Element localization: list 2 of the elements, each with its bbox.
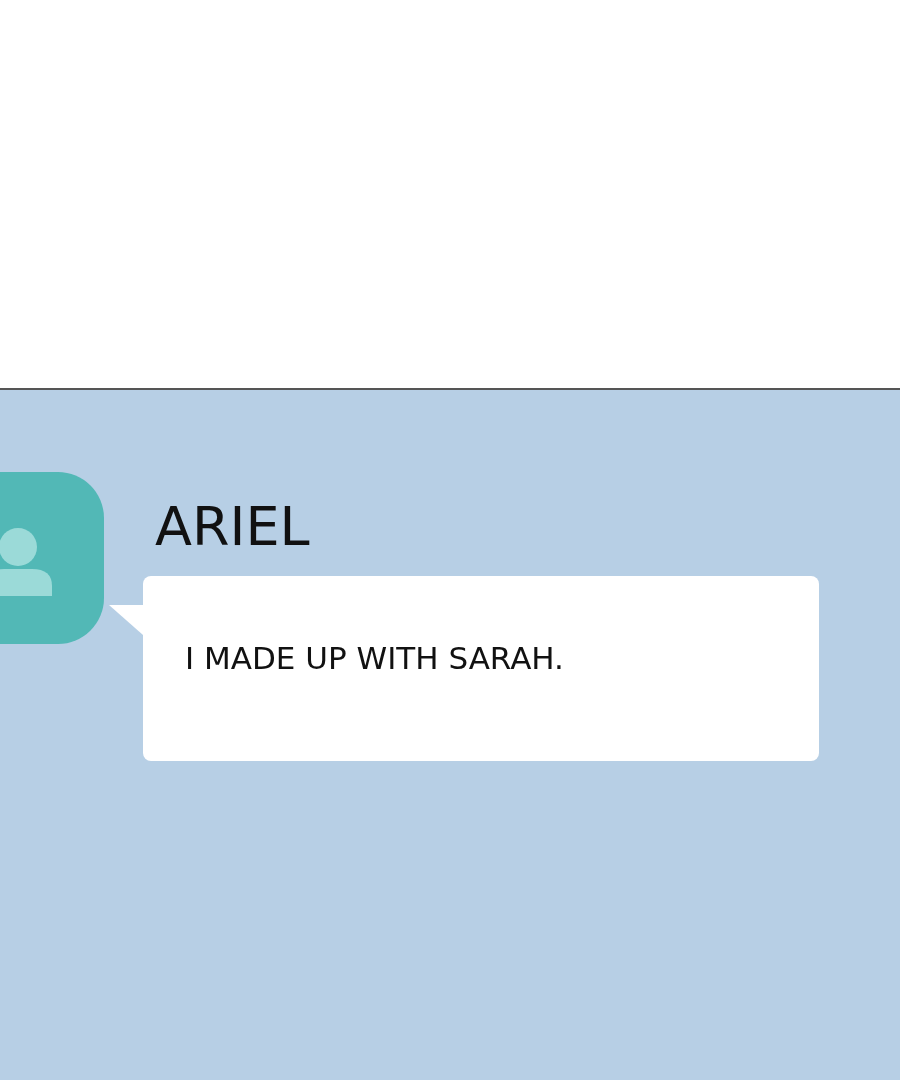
sender-name: ARIEL (155, 497, 311, 557)
message-text: I MADE UP WITH SARAH. (185, 640, 564, 677)
